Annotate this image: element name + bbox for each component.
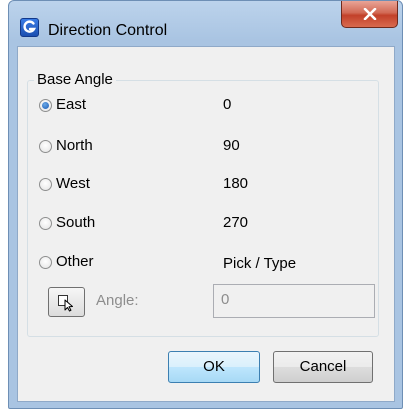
angle-value-east: 0 bbox=[223, 96, 232, 113]
radio-button[interactable] bbox=[39, 217, 52, 230]
angle-input-value: 0 bbox=[221, 291, 230, 308]
angle-value-south: 270 bbox=[223, 214, 249, 231]
radio-label: East bbox=[56, 96, 87, 113]
pick-angle-button[interactable] bbox=[48, 287, 85, 317]
close-button[interactable] bbox=[341, 1, 398, 28]
group-label: Base Angle bbox=[34, 71, 116, 88]
g-logo-icon bbox=[20, 18, 39, 37]
pick-type-label: Pick / Type bbox=[223, 255, 297, 272]
radio-button[interactable] bbox=[39, 140, 52, 153]
close-x-icon bbox=[363, 8, 377, 20]
pick-cursor-icon bbox=[58, 295, 73, 312]
angle-label: Angle: bbox=[96, 292, 139, 309]
window-title: Direction Control bbox=[48, 22, 168, 39]
radio-label: West bbox=[56, 175, 90, 192]
radio-button-checked[interactable] bbox=[39, 99, 52, 112]
radio-button[interactable] bbox=[39, 178, 52, 191]
angle-value-west: 180 bbox=[223, 175, 249, 192]
cancel-button[interactable]: Cancel bbox=[273, 351, 373, 383]
angle-input[interactable]: 0 bbox=[213, 284, 375, 318]
radio-label: Other bbox=[56, 253, 94, 270]
angle-value-north: 90 bbox=[223, 137, 240, 154]
ok-button[interactable]: OK bbox=[168, 351, 260, 383]
radio-label: South bbox=[56, 214, 96, 231]
title-bar[interactable]: Direction Control bbox=[9, 1, 402, 45]
radio-button[interactable] bbox=[39, 256, 52, 269]
radio-label: North bbox=[56, 137, 93, 154]
